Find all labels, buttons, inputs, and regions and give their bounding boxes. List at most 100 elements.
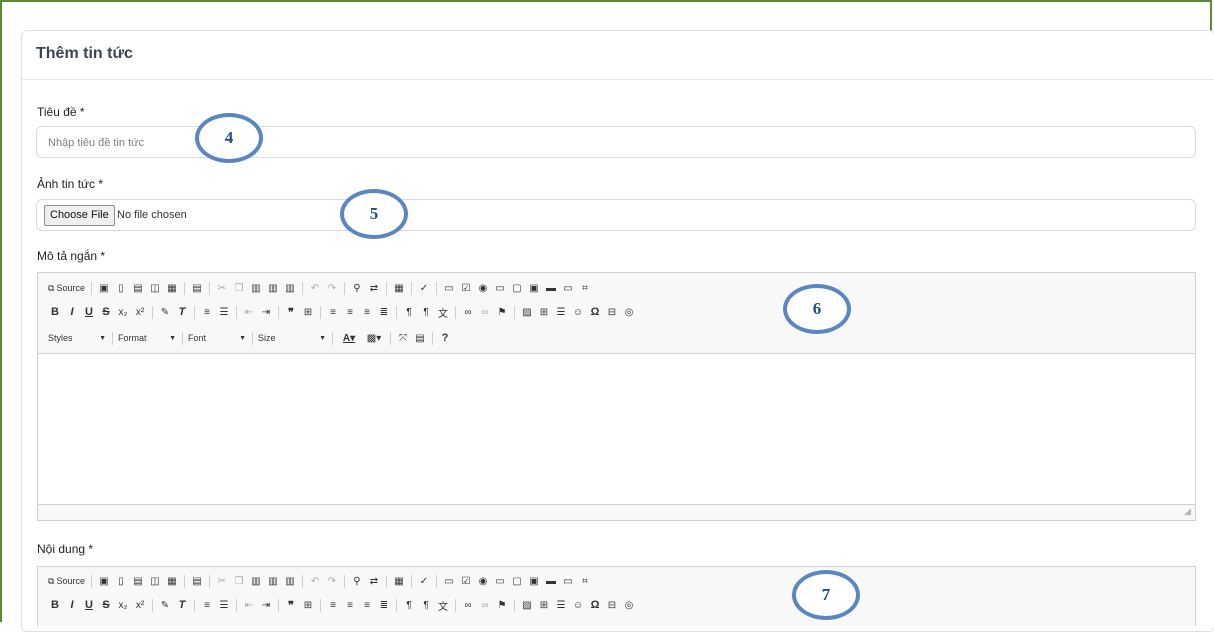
save-icon[interactable]: ▣ (97, 281, 111, 295)
ltr-icon[interactable]: ¶ (402, 598, 416, 612)
document-icon[interactable]: ▤ (190, 281, 204, 295)
italic-icon[interactable]: I (65, 305, 79, 319)
textfield-icon[interactable]: ▭ (493, 281, 507, 295)
new-page-icon[interactable]: ▯ (114, 574, 128, 588)
cut-icon[interactable]: ✂ (215, 574, 229, 588)
page-break-icon[interactable]: ⊟ (605, 598, 619, 612)
align-left-icon[interactable]: ≡ (326, 598, 340, 612)
print-icon[interactable]: ▦ (165, 281, 179, 295)
spellcheck-icon[interactable]: ✓ (417, 281, 431, 295)
image-icon[interactable]: ▨ (520, 598, 534, 612)
indent-icon[interactable]: ⇥ (259, 305, 273, 319)
unlink-icon[interactable]: ∞ (478, 305, 492, 319)
textarea-icon[interactable]: ▢ (510, 574, 524, 588)
link-icon[interactable]: ∞ (461, 598, 475, 612)
textarea-icon[interactable]: ▢ (510, 281, 524, 295)
numbered-list-icon[interactable]: ≡ (200, 598, 214, 612)
select-icon[interactable]: ▣ (527, 574, 541, 588)
strike-icon[interactable]: S (99, 305, 113, 319)
bold-icon[interactable]: B (48, 598, 62, 612)
image-file-input[interactable]: Choose File No file chosen (36, 199, 1196, 231)
source-button[interactable]: ⧉ Source (48, 576, 85, 587)
document-icon[interactable]: ▤ (190, 574, 204, 588)
div-icon[interactable]: ⊞ (301, 305, 315, 319)
form-icon[interactable]: ▭ (442, 281, 456, 295)
div-icon[interactable]: ⊞ (301, 598, 315, 612)
language-icon[interactable]: 文 (436, 305, 450, 320)
paste-text-icon[interactable]: ▥ (266, 574, 280, 588)
templates-icon[interactable]: ▤ (131, 281, 145, 295)
page-break-icon[interactable]: ⊟ (605, 305, 619, 319)
subscript-icon[interactable]: x₂ (116, 305, 130, 319)
indent-icon[interactable]: ⇥ (259, 598, 273, 612)
bold-icon[interactable]: B (48, 305, 62, 319)
preview-icon[interactable]: ◫ (148, 574, 162, 588)
link-icon[interactable]: ∞ (461, 305, 475, 319)
select-all-icon[interactable]: ▦ (392, 574, 406, 588)
iframe-icon[interactable]: ◎ (622, 598, 636, 612)
language-icon[interactable]: 文 (436, 598, 450, 613)
italic-icon[interactable]: I (65, 598, 79, 612)
undo-icon[interactable]: ↶ (308, 281, 322, 295)
find-icon[interactable]: ⚲ (350, 574, 364, 588)
format-dropdown[interactable]: Format ▼ (118, 333, 176, 343)
rtl-icon[interactable]: ¶ (419, 305, 433, 319)
font-dropdown[interactable]: Font ▼ (188, 333, 246, 343)
redo-icon[interactable]: ↷ (325, 574, 339, 588)
underline-icon[interactable]: U (82, 305, 96, 319)
blockquote-icon[interactable]: ❞ (284, 598, 298, 612)
iframe-icon[interactable]: ◎ (622, 305, 636, 319)
align-right-icon[interactable]: ≡ (360, 598, 374, 612)
superscript-icon[interactable]: x² (133, 598, 147, 612)
image-icon[interactable]: ▨ (520, 305, 534, 319)
redo-icon[interactable]: ↷ (325, 281, 339, 295)
underline-icon[interactable]: U (82, 598, 96, 612)
ltr-icon[interactable]: ¶ (402, 305, 416, 319)
styles-dropdown[interactable]: Styles ▼ (48, 333, 106, 343)
form-icon[interactable]: ▭ (442, 574, 456, 588)
align-justify-icon[interactable]: ≣ (377, 598, 391, 612)
size-dropdown[interactable]: Size ▼ (258, 333, 326, 343)
help-button[interactable]: ? (438, 331, 452, 345)
source-button[interactable]: ⧉ Source (48, 283, 85, 294)
superscript-icon[interactable]: x² (133, 305, 147, 319)
choose-file-button[interactable]: Choose File (44, 205, 115, 226)
show-blocks-icon[interactable]: ▤ (413, 331, 427, 345)
hidden-field-icon[interactable]: ⌗ (578, 574, 592, 588)
new-page-icon[interactable]: ▯ (114, 281, 128, 295)
resize-handle-icon[interactable]: ◢ (1184, 506, 1191, 517)
button-icon[interactable]: ▬ (544, 281, 558, 295)
replace-icon[interactable]: ⇄ (367, 574, 381, 588)
bg-color-icon[interactable]: ▩▾ (363, 331, 385, 345)
remove-format-icon[interactable]: T (175, 305, 189, 319)
image-button-icon[interactable]: ▭ (561, 281, 575, 295)
save-icon[interactable]: ▣ (97, 574, 111, 588)
smiley-icon[interactable]: ☺ (571, 598, 585, 612)
align-left-icon[interactable]: ≡ (326, 305, 340, 319)
select-all-icon[interactable]: ▦ (392, 281, 406, 295)
short-desc-editor-body[interactable] (37, 353, 1196, 505)
paste-icon[interactable]: ▥ (249, 281, 263, 295)
templates-icon[interactable]: ▤ (131, 574, 145, 588)
preview-icon[interactable]: ◫ (148, 281, 162, 295)
smiley-icon[interactable]: ☺ (571, 305, 585, 319)
radio-icon[interactable]: ◉ (476, 574, 490, 588)
checkbox-icon[interactable]: ☑ (459, 281, 473, 295)
horizontal-rule-icon[interactable]: ☰ (554, 305, 568, 319)
select-icon[interactable]: ▣ (527, 281, 541, 295)
replace-icon[interactable]: ⇄ (367, 281, 381, 295)
align-center-icon[interactable]: ≡ (343, 598, 357, 612)
subscript-icon[interactable]: x₂ (116, 598, 130, 612)
horizontal-rule-icon[interactable]: ☰ (554, 598, 568, 612)
checkbox-icon[interactable]: ☑ (459, 574, 473, 588)
paste-word-icon[interactable]: ▥ (283, 281, 297, 295)
image-button-icon[interactable]: ▭ (561, 574, 575, 588)
radio-icon[interactable]: ◉ (476, 281, 490, 295)
paste-word-icon[interactable]: ▥ (283, 574, 297, 588)
find-icon[interactable]: ⚲ (350, 281, 364, 295)
special-char-icon[interactable]: Ω (588, 305, 602, 319)
align-justify-icon[interactable]: ≣ (377, 305, 391, 319)
rtl-icon[interactable]: ¶ (419, 598, 433, 612)
outdent-icon[interactable]: ⇤ (242, 305, 256, 319)
maximize-icon[interactable]: ⤧ (396, 331, 410, 345)
